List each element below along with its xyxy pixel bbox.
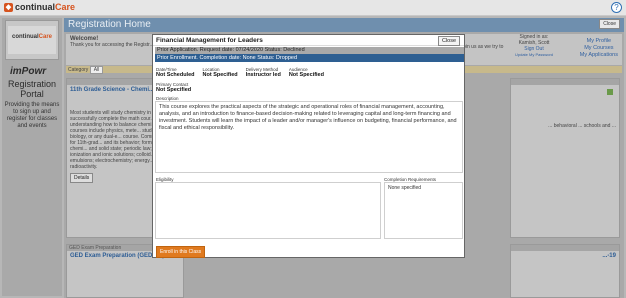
main-close-button[interactable]: Close	[599, 19, 620, 29]
portal-title: Registration Portal	[7, 79, 57, 99]
help-icon[interactable]: ?	[611, 2, 622, 13]
signin-info: Signed in as: Kamish, Scott Sign Out Upd…	[514, 34, 554, 58]
my-links: My Profile My Courses My Applications	[580, 38, 618, 59]
datetime-field: Date/Time Not Scheduled	[156, 67, 195, 78]
top-bar: ◆ continual Care ?	[0, 0, 626, 16]
audience-field: Audience Not Specified	[288, 67, 324, 78]
primary-contact-value: Not Specified	[156, 87, 192, 93]
logo-mark-icon: ◆	[4, 2, 13, 12]
course-card[interactable]: ...-19	[510, 244, 620, 298]
category-label: Category	[68, 67, 89, 73]
course-detail-dialog: Financial Management for Leaders Close P…	[152, 34, 465, 258]
status-icon	[607, 89, 613, 95]
my-profile-link[interactable]: My Profile	[580, 38, 618, 45]
course-info: Date/Time Not Scheduled Location Not Speci…	[156, 67, 332, 78]
description-text: This course explores the practical aspec…	[155, 101, 463, 173]
logo-text-b: Care	[55, 2, 76, 12]
eligibility-box	[155, 182, 381, 239]
delivery-field: Delivery Method Instructor led	[245, 67, 281, 78]
prior-application-row: Prior Application. Request date: 07/24/2…	[155, 47, 464, 54]
course-card[interactable]: ... behavioral ... schools and ...	[510, 78, 620, 238]
card-body: ... behavioral ... schools and ...	[548, 123, 616, 129]
logo-text-a: continual	[15, 2, 55, 12]
app-logo[interactable]: ◆ continual Care	[4, 2, 75, 12]
dialog-title: Financial Management for Leaders	[156, 37, 263, 44]
prior-enrollment-row: Prior Enrollment. Completion date: None …	[155, 54, 464, 62]
left-logo: continualCare	[8, 26, 56, 54]
completion-box: None specified	[384, 182, 463, 239]
dialog-close-button[interactable]: Close	[437, 36, 460, 46]
page-title: Registration Home	[64, 18, 624, 32]
enroll-button[interactable]: Enroll in this Class	[156, 246, 206, 258]
card-title[interactable]: ...-19	[511, 251, 619, 262]
my-applications-link[interactable]: My Applications	[580, 52, 618, 59]
left-panel: continualCare imPowr Registration Portal…	[2, 18, 62, 296]
location-field: Location Not Specified	[202, 67, 238, 78]
card-header	[511, 79, 619, 85]
update-password-link[interactable]: Update My Password	[514, 52, 554, 58]
welcome-text-right: join us as we try to	[462, 44, 504, 50]
portal-description: Providing the means to sign up and regis…	[4, 102, 60, 129]
dialog-header: Financial Management for Leaders Close	[153, 35, 464, 46]
left-logo-card: continualCare	[5, 20, 59, 60]
impowr-label: imPowr	[10, 66, 47, 77]
details-button[interactable]: Details	[70, 173, 94, 183]
my-courses-link[interactable]: My Courses	[580, 45, 618, 52]
category-select[interactable]: All	[89, 66, 104, 74]
